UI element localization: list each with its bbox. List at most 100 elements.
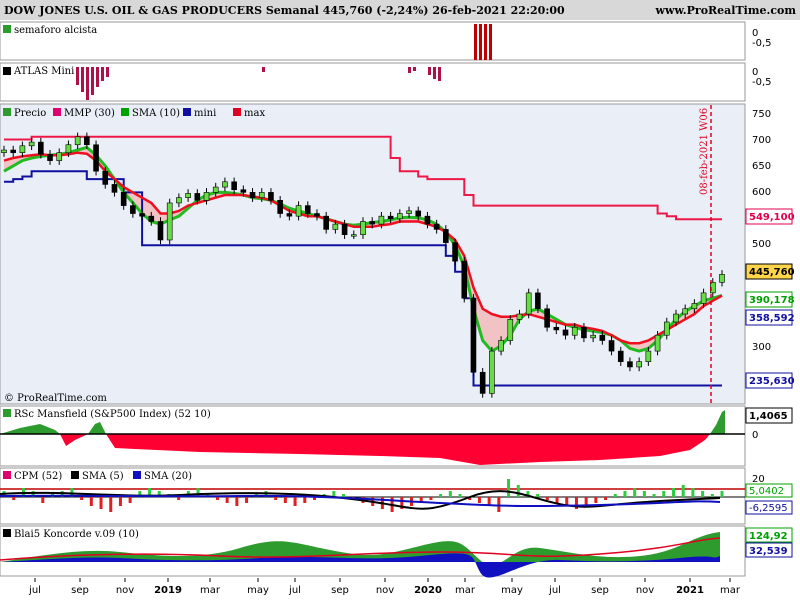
candle-body [700,292,707,304]
candle-body [525,292,532,315]
atlas-label: ATLAS Mini [13,66,74,77]
koncorde-value-2: 32,539 [749,546,788,557]
cpm-bar [623,491,627,497]
y-tick-700: 700 [752,135,771,146]
candle-body [28,141,35,147]
candle-body [1,149,7,153]
legend-label-4: max [244,108,265,119]
x-tick-label: 2020 [414,585,442,596]
candle-body [102,170,109,185]
cpm-bar [642,491,646,497]
semaforo-label: semaforo alcista [14,25,97,36]
legend-swatch-0 [3,108,11,116]
legend-swatch-4 [233,108,241,116]
legend-swatch-3 [183,108,191,116]
cpm-bar [448,491,452,497]
cpm-value-1: 5,0402 [749,486,784,497]
cpm-bar [662,491,666,497]
cpm-bar [41,497,45,503]
candle-body [332,223,339,230]
candle-body [286,213,293,217]
cpm-bar [429,497,433,500]
x-tick-label: may [501,585,523,596]
candle-body [590,334,596,339]
candle-body [277,200,283,214]
cpm-bar [555,497,559,503]
candle-body [406,210,412,214]
legend-swatch-2 [121,108,129,116]
candle-body [222,181,228,188]
x-tick-label: mar [720,585,741,596]
candle-body [673,313,679,323]
candle-body [56,152,63,161]
candle-body [84,136,90,146]
candle-body [341,223,348,235]
candle-body [507,319,514,341]
candle-body [139,213,145,217]
candle-body [387,215,394,220]
cpm-bar [235,497,239,506]
cpm-bar [671,488,675,497]
cpm-bar [536,494,540,497]
cpm-bar [245,497,249,503]
candle-body [627,361,633,368]
candle-body [562,329,569,336]
legend-label-0: Precio [14,108,46,119]
x-tick-label: 2021 [676,585,704,596]
cpm-bar [303,497,307,503]
semaforo-swatch [3,25,11,33]
candle-body [544,308,550,328]
cpm-bar [274,497,278,500]
badge-max: 549,100 [749,212,795,223]
candle-body [176,197,182,204]
cpm-bar [177,497,181,500]
chart-title: DOW JONES U.S. OIL & GAS PRODUCERS Seman… [4,4,565,17]
candle-body [10,149,17,153]
badge-close: 445,760 [749,267,795,278]
site-label: www.ProRealTime.com [655,4,797,17]
candle-body [636,361,642,368]
cpm-bar [477,497,481,503]
semaforo-panel [0,21,746,61]
candle-body [166,202,173,241]
rsc-zero-tick: 0 [752,430,758,441]
x-tick-label: mar [200,585,221,596]
x-tick-label: may [247,585,269,596]
candle-body [461,260,468,299]
cpm-bar [80,497,84,500]
candle-body [424,215,431,225]
candle-body [654,334,661,352]
cpm-bar [545,497,549,500]
candle-body [314,213,320,217]
candle-body [295,205,302,217]
candle-body [535,292,541,310]
candle-body [452,242,458,262]
candle-body [369,221,376,225]
x-axis: jul sep nov 2019 mar may jul sep nov 2020 mar may ju… [28,578,741,596]
rsc-value: 1,4065 [749,411,788,422]
cpm-tick-20: 20 [752,474,765,485]
candle-body [397,213,403,220]
candle-body [489,350,495,394]
candle-body [599,334,606,341]
candle-body [360,221,366,235]
y-tick-500: 500 [752,239,771,250]
candle-body [415,210,422,217]
cpm-bar [701,491,705,497]
candle-body [663,321,670,336]
cpm-bar [342,494,346,497]
cpm-legend: CPM (52) SMA (5) SMA (20) [3,471,192,482]
copyright-text: © ProRealTime.com [4,393,107,404]
cpm-bar [128,497,132,503]
atlas-tick-minus: -0,5 [752,77,772,88]
cpm-value-2: -6,2595 [749,503,788,514]
candle-body [148,215,155,222]
chart-canvas: DOW JONES U.S. OIL & GAS PRODUCERS Seman… [0,0,800,596]
x-tick-label: sep [331,585,349,596]
atlas-panel [0,62,746,102]
cpm-bar [691,488,695,497]
candle-body [249,192,256,198]
cpm-bar [109,497,113,512]
y-tick-750: 750 [752,109,771,120]
atlas-swatch [3,67,11,75]
